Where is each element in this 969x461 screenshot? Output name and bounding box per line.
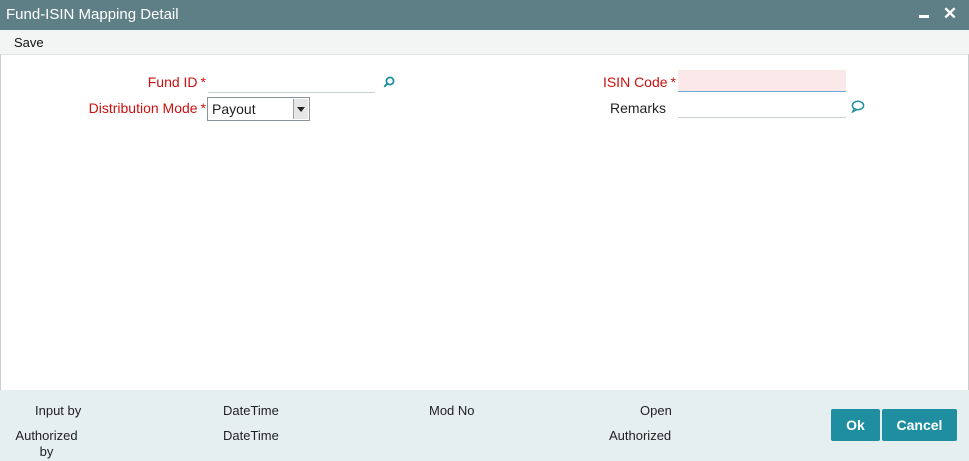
chevron-down-icon[interactable] xyxy=(293,99,308,119)
cancel-button[interactable]: Cancel xyxy=(882,409,957,441)
open-status-label: Open xyxy=(640,403,672,418)
distribution-mode-label: Distribution Mode * xyxy=(80,100,206,116)
required-marker: * xyxy=(200,74,206,90)
window-title: Fund-ISIN Mapping Detail xyxy=(6,6,179,23)
mod-no-label: Mod No xyxy=(429,403,475,418)
required-marker: * xyxy=(670,74,676,90)
authorized-by-line1: Authorized xyxy=(15,428,78,443)
comment-icon[interactable] xyxy=(851,100,865,114)
required-marker: * xyxy=(200,100,206,116)
fund-id-input[interactable] xyxy=(208,71,375,93)
isin-code-input[interactable] xyxy=(678,70,846,92)
distribution-mode-value: Payout xyxy=(212,101,256,117)
datetime-label: DateTime xyxy=(223,428,279,443)
title-bar: Fund-ISIN Mapping Detail ✕ xyxy=(0,0,969,30)
authorized-by-line2: by xyxy=(39,444,54,459)
minimize-icon[interactable] xyxy=(914,4,934,24)
input-by-label: Input by xyxy=(35,403,82,418)
authorized-status-label: Authorized xyxy=(609,428,672,443)
fund-id-label: Fund ID * xyxy=(130,74,206,90)
ok-button[interactable]: Ok xyxy=(831,409,880,441)
remarks-input[interactable] xyxy=(678,96,846,118)
isin-code-label: ISIN Code * xyxy=(590,74,676,90)
close-icon[interactable]: ✕ xyxy=(940,4,960,24)
fund-id-label-text: Fund ID xyxy=(147,74,198,90)
distribution-mode-select[interactable]: Payout xyxy=(207,97,310,121)
remarks-label: Remarks xyxy=(609,100,666,116)
datetime-label: DateTime xyxy=(223,403,279,418)
authorized-by-label: Authorized by xyxy=(12,428,81,460)
isin-code-label-text: ISIN Code xyxy=(602,74,668,90)
save-menu-item[interactable]: Save xyxy=(14,35,44,50)
search-icon[interactable] xyxy=(383,75,395,88)
distribution-mode-label-text: Distribution Mode xyxy=(88,100,198,116)
menu-bar: Save xyxy=(0,30,969,55)
audit-footer: Input by DateTime Mod No Open Authorized… xyxy=(0,390,969,461)
